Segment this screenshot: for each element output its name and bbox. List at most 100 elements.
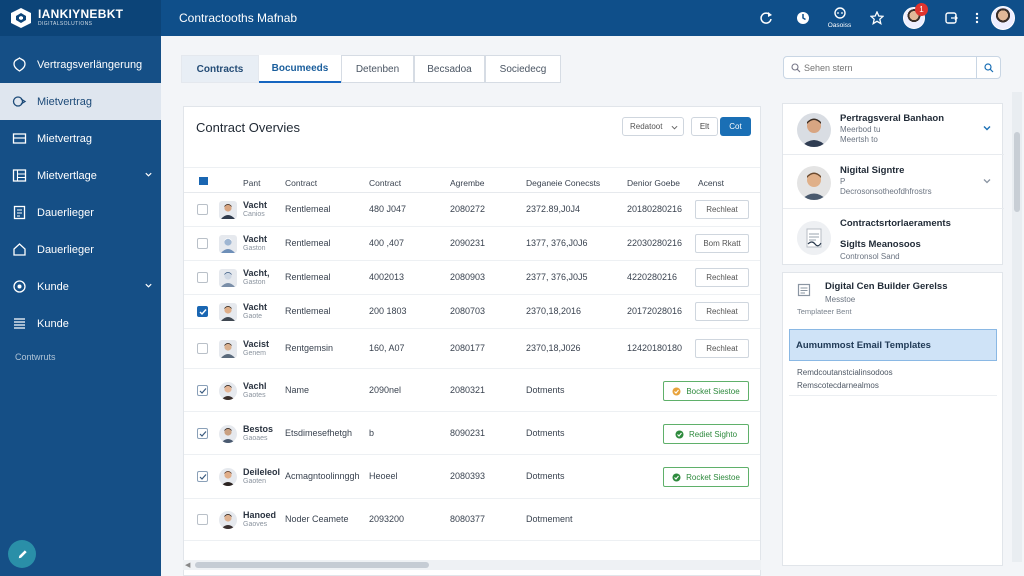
row-checkbox[interactable] <box>197 238 208 249</box>
sidebar-item-label: Dauerlieger <box>37 243 94 256</box>
row-action-button[interactable]: Rechleat <box>695 302 749 321</box>
sign-document-button[interactable]: Rocket Siestoe <box>663 467 749 487</box>
checkmark-icon <box>199 388 207 394</box>
row-checkbox[interactable] <box>197 514 208 525</box>
horizontal-scrollbar[interactable]: ◀ <box>183 560 761 570</box>
signature-icon <box>672 387 681 395</box>
compose-button[interactable] <box>8 540 36 568</box>
sign-document-button[interactable]: Bocket Siestoe <box>663 381 749 401</box>
table-row[interactable]: Hanoed Gaoves Noder Ceamete 2093200 8080377 D… <box>184 499 760 541</box>
search-button[interactable] <box>976 57 1000 78</box>
sidebar-item-kunde[interactable]: Kunde <box>0 268 161 305</box>
tab-bar: Contracts Bocumeeds Detenben Becsadoa So… <box>181 55 561 83</box>
expiry-date: 20180280216 <box>627 204 683 214</box>
tab-contracts[interactable]: Contracts <box>181 55 259 83</box>
column-header[interactable]: Deganeie Conecsts <box>526 178 600 188</box>
sidebar-item-vertragsverlaengerung[interactable]: Vertragsverlängerung <box>0 46 161 83</box>
agreement-number: 2080393 <box>450 471 486 481</box>
row-checkbox[interactable] <box>197 204 208 215</box>
chevron-down-icon[interactable] <box>982 123 992 133</box>
support-button[interactable]: Oasoiss <box>824 0 855 36</box>
contact-title: Pertragsveral Banhaon <box>840 113 945 124</box>
avatar <box>797 166 831 200</box>
scrollbar-thumb[interactable] <box>1014 132 1020 212</box>
row-action-button[interactable]: Bom Rkatt <box>695 234 749 253</box>
row-checkbox[interactable] <box>197 428 208 439</box>
profile-button[interactable] <box>988 0 1018 36</box>
sign-document-button[interactable]: Rediet Sighto <box>663 424 749 444</box>
row-checkbox[interactable] <box>197 272 208 283</box>
table-row[interactable]: Bestos Gaoaes Etsdimesefhetgh b 8090231 Dotme… <box>184 412 760 455</box>
sidebar-item-kunde-2[interactable]: Kunde <box>0 305 161 342</box>
tab-documents[interactable]: Bocumeeds <box>259 55 341 83</box>
contract-date: Dotments <box>526 385 565 395</box>
column-header[interactable]: Contract <box>369 178 401 188</box>
avatar <box>219 425 237 443</box>
sidebar-item-dauerlieger-2[interactable]: Dauerlieger <box>0 231 161 268</box>
contact-item[interactable]: Nigital Signtre P Decrosonsotheofdhfrost… <box>783 156 1004 209</box>
agreement-number: 2080703 <box>450 306 486 316</box>
row-action-button[interactable]: Rechleat <box>695 339 749 358</box>
vertical-scrollbar[interactable] <box>1012 92 1022 562</box>
more-menu-button[interactable] <box>966 0 988 36</box>
column-header[interactable]: Agrembe <box>450 178 485 188</box>
table-row[interactable]: Vachl Gaotes Name 2090nel 2080321 Dotments Boc… <box>184 369 760 412</box>
template-line[interactable]: Remscotecdarnealmos <box>797 381 879 390</box>
sidebar-item-mietvertlage[interactable]: Mietvertlage <box>0 157 161 194</box>
user-notifications-button[interactable]: 1 <box>898 0 929 36</box>
table-row[interactable]: Deileleol Gaoten Acmagntoolinnggh Heoeel 208… <box>184 455 760 499</box>
avatar <box>219 235 237 253</box>
primary-button[interactable]: Cot <box>720 117 751 136</box>
top-icon-bar: Oasoiss 1 <box>750 0 1018 36</box>
sidebar-item-dauerlieger[interactable]: Dauerlieger <box>0 194 161 231</box>
party-subtitle: Genem <box>243 350 266 357</box>
row-checkbox[interactable] <box>197 306 208 317</box>
contact-subtitle: Siglts Meanosoos <box>840 239 921 250</box>
chevron-down-icon <box>145 172 152 177</box>
clock-button[interactable] <box>787 0 818 36</box>
contact-item[interactable]: Pertragsveral Banhaon Meerbod tu Meertsh… <box>783 104 1004 155</box>
search-icon <box>983 62 993 72</box>
shield-icon <box>13 57 26 72</box>
logo-icon <box>10 7 32 29</box>
row-action-button[interactable]: Rechleat <box>695 200 749 219</box>
table-row[interactable]: Vacist Genem Rentgemsin 160, A07 2080177 2370… <box>184 329 760 369</box>
row-checkbox[interactable] <box>197 343 208 354</box>
email-templates-item[interactable]: Aumummost Email Templates <box>789 329 997 361</box>
sidebar-item-mietvertrag[interactable]: Mietvertrag <box>0 120 161 157</box>
search-input[interactable] <box>784 57 976 78</box>
row-checkbox[interactable] <box>197 471 208 482</box>
select-all-checkbox[interactable] <box>199 177 208 185</box>
contact-item[interactable]: Contractsrtorlaeraments Siglts Meanosoos… <box>783 210 1004 265</box>
row-checkbox[interactable] <box>197 385 208 396</box>
templates-panel: Digital Cen Builder Gerelss Messtoe Temp… <box>782 272 1003 566</box>
table-row[interactable]: Vacht Gaston Rentlemeal 400 ,407 2090231 1377… <box>184 227 760 261</box>
filter-select[interactable]: Redatoot <box>622 117 684 136</box>
column-header[interactable]: Denior Goebe <box>627 178 680 188</box>
scrollbar-thumb[interactable] <box>195 562 429 568</box>
refresh-button[interactable] <box>750 0 781 36</box>
refresh-icon <box>759 12 772 24</box>
favorites-button[interactable] <box>861 0 892 36</box>
contract-icon <box>12 96 27 107</box>
row-action-button[interactable]: Rechleat <box>695 268 749 287</box>
contract-type: Rentlemeal <box>285 238 331 248</box>
sidebar-item-mietvertrag-active[interactable]: Mietvertrag <box>0 83 161 120</box>
table-icon <box>12 169 27 182</box>
tab-schedule[interactable]: Sociedecg <box>485 55 561 83</box>
chevron-down-icon[interactable] <box>982 176 992 186</box>
scroll-left-icon[interactable]: ◀ <box>185 561 190 569</box>
table-row[interactable]: Vacht Gaote Rentlemeal 200 1803 2080703 2370,… <box>184 295 760 329</box>
tab-becsadoa[interactable]: Becsadoa <box>414 55 485 83</box>
tab-details[interactable]: Detenben <box>341 55 414 83</box>
edit-button[interactable]: Elt <box>691 117 718 136</box>
column-header[interactable]: Pant <box>243 178 261 188</box>
template-line[interactable]: Remdcoutanstcialinsodoos <box>797 368 893 377</box>
app-logo[interactable]: IANKIYNEBKT DIGITALSOLUTIONS <box>0 0 161 36</box>
party-name: Vachl <box>243 381 267 391</box>
export-button[interactable] <box>935 0 966 36</box>
table-row[interactable]: Vacht Canios Rentlemeal 480 J047 2080272 2372… <box>184 193 760 227</box>
column-header[interactable]: Contract <box>285 178 317 188</box>
column-header[interactable]: Acenst <box>698 178 724 188</box>
table-row[interactable]: Vacht, Gaston Rentlemeal 4002013 2080903 2377… <box>184 261 760 295</box>
